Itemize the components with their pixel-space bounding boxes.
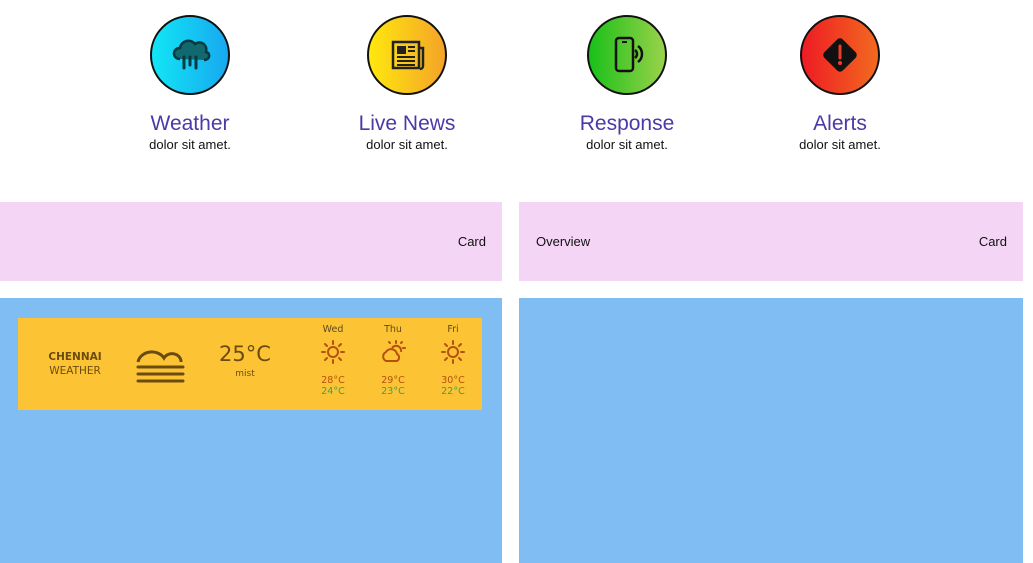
overview-label[interactable]: Overview [536, 234, 590, 249]
feature-response[interactable]: Response dolor sit amet. [537, 15, 717, 152]
forecast-high: 28°C [321, 375, 345, 386]
card-label[interactable]: Card [979, 234, 1007, 249]
warning-diamond-icon[interactable] [800, 15, 880, 95]
current-weather: 25°C mist [214, 342, 276, 379]
forecast-day: Fri 30°C 22°C [433, 324, 473, 397]
weather-widget[interactable]: CHENNAI WEATHER 25°C mist Wed 28°C 24°C … [18, 318, 482, 410]
feature-title[interactable]: Live News [317, 113, 497, 135]
forecast-day: Thu 29°C 23°C [373, 324, 413, 397]
feature-weather[interactable]: Weather dolor sit amet. [100, 15, 280, 152]
weather-description: mist [235, 369, 255, 379]
forecast-day-name: Wed [322, 324, 344, 335]
feature-title[interactable]: Alerts [750, 113, 930, 135]
card-label[interactable]: Card [458, 234, 486, 249]
card-header-right: Overview Card [519, 202, 1023, 281]
forecast-day: Wed 28°C 24°C [313, 324, 353, 397]
partly-cloudy-icon [373, 335, 413, 369]
feature-alerts[interactable]: Alerts dolor sit amet. [750, 15, 930, 152]
content-panel-left: CHENNAI WEATHER 25°C mist Wed 28°C 24°C … [0, 298, 502, 563]
forecast-low: 23°C [381, 386, 405, 397]
feature-subtitle: dolor sit amet. [799, 137, 881, 152]
phone-signal-icon[interactable] [587, 15, 667, 95]
content-panel-right [519, 298, 1023, 563]
city-name: CHENNAI [48, 351, 102, 363]
feature-title[interactable]: Weather [100, 113, 280, 135]
weather-label: WEATHER [49, 365, 101, 377]
cloud-rain-icon[interactable] [150, 15, 230, 95]
mist-icon [135, 344, 185, 392]
forecast-day-name: Thu [384, 324, 402, 335]
forecast-day-name: Fri [447, 324, 459, 335]
current-temperature: 25°C [219, 342, 271, 366]
forecast-high: 30°C [441, 375, 465, 386]
feature-subtitle: dolor sit amet. [366, 137, 448, 152]
card-header-left: Card [0, 202, 502, 281]
forecast-high: 29°C [381, 375, 405, 386]
forecast-low: 22°C [441, 386, 465, 397]
weather-location: CHENNAI WEATHER [39, 351, 111, 377]
sun-icon [313, 335, 353, 369]
newspaper-icon[interactable] [367, 15, 447, 95]
feature-subtitle: dolor sit amet. [586, 137, 668, 152]
features-row: Weather dolor sit amet. Live News dolor … [0, 0, 1033, 180]
feature-title[interactable]: Response [537, 113, 717, 135]
feature-live-news[interactable]: Live News dolor sit amet. [317, 15, 497, 152]
feature-subtitle: dolor sit amet. [149, 137, 231, 152]
sun-icon [433, 335, 473, 369]
forecast-low: 24°C [321, 386, 345, 397]
